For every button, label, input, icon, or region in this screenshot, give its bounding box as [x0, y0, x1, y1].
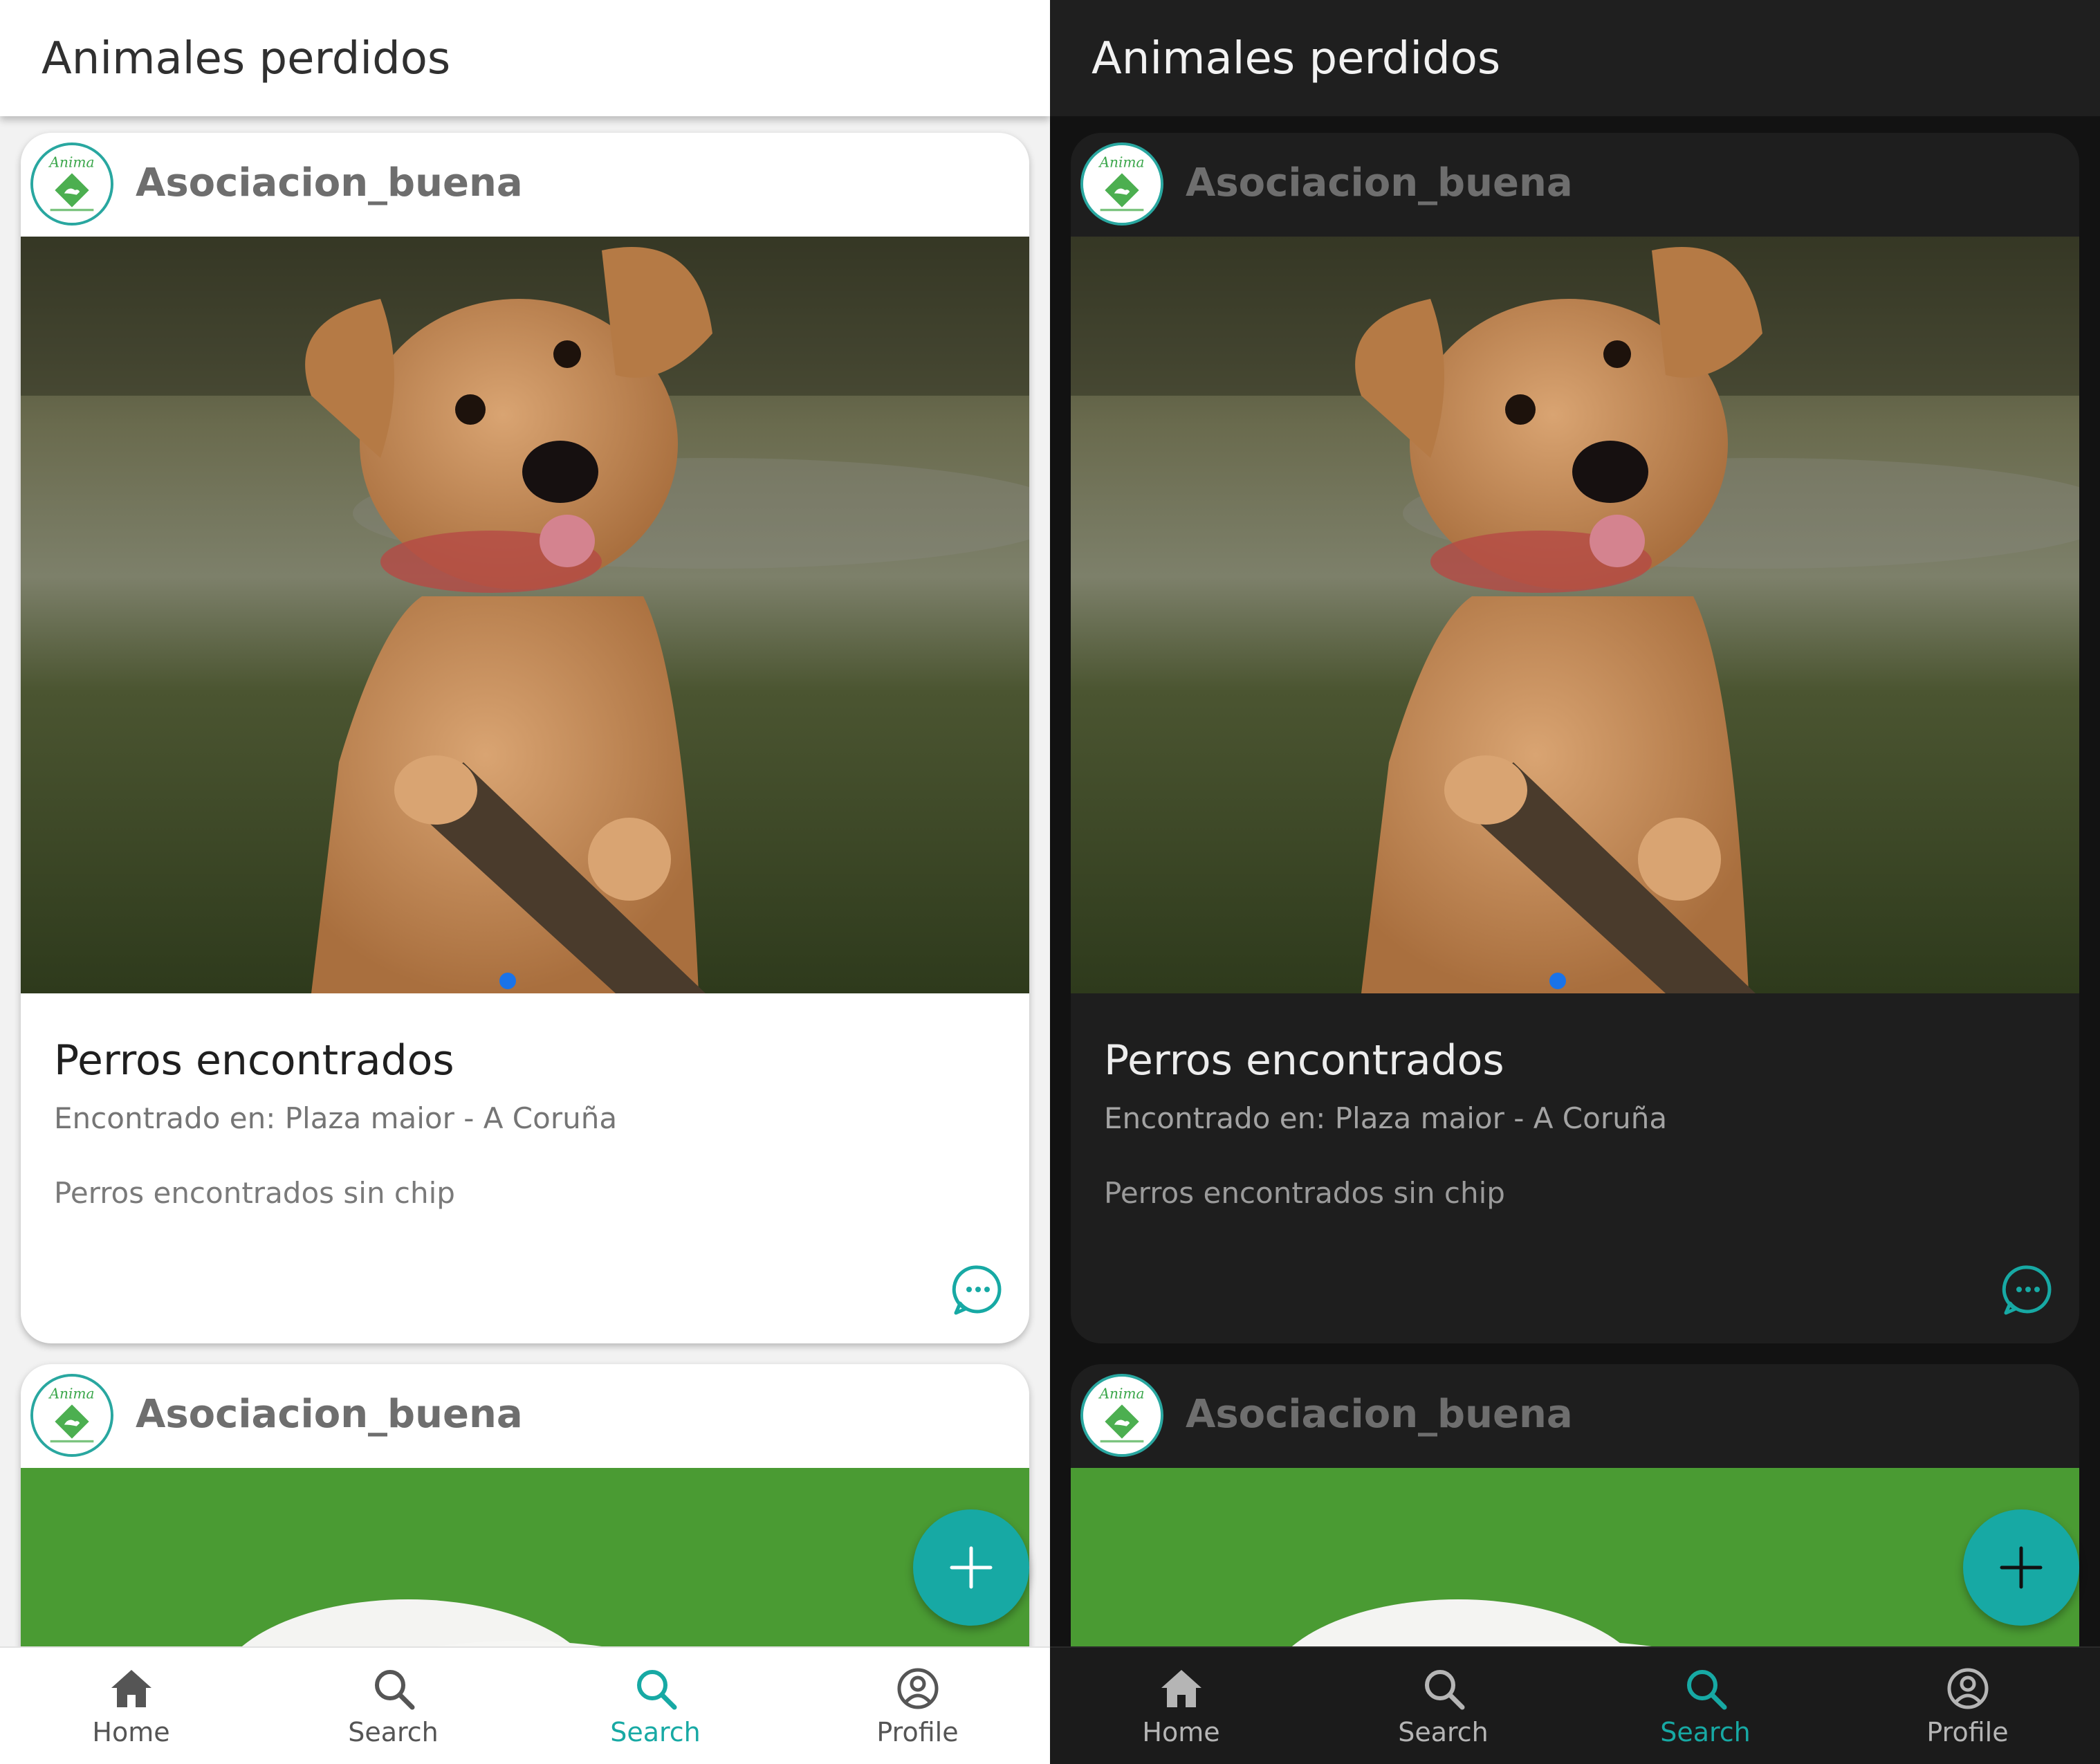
nav-search-active[interactable]: Search [524, 1648, 786, 1764]
post-card[interactable]: Anima Asociacion_buena [21, 133, 1029, 1343]
nav-label: Search [1660, 1717, 1751, 1747]
profile-icon [1945, 1666, 1991, 1711]
plus-icon [950, 1546, 993, 1589]
post-description: Perros encontrados sin chip [54, 1176, 455, 1210]
profile-icon [895, 1666, 941, 1711]
anima-logo-icon[interactable]: Anima [30, 143, 113, 226]
light-theme-screen: Animales perdidos Anima Asociacion_buena [0, 0, 1050, 1764]
search-icon [1421, 1666, 1466, 1711]
bottom-navigation: Home Search Search Profile [1050, 1646, 2100, 1764]
nav-search[interactable]: Search [262, 1648, 524, 1764]
add-post-button[interactable] [913, 1509, 1029, 1626]
post-title: Perros encontrados [1104, 1036, 1504, 1085]
page-title: Animales perdidos [42, 33, 451, 84]
nav-label: Search [348, 1717, 439, 1747]
svg-text:Anima: Anima [48, 154, 94, 170]
dog-photo[interactable] [21, 237, 1029, 993]
post-username[interactable]: Asociacion_buena [1186, 1392, 1573, 1437]
nav-search[interactable]: Search [1312, 1648, 1574, 1764]
post-location: Encontrado en: Plaza maior - A Coruña [54, 1101, 618, 1135]
search-icon [633, 1666, 679, 1711]
add-post-button[interactable] [1963, 1509, 2079, 1626]
post-username[interactable]: Asociacion_buena [1186, 160, 1573, 205]
post-card[interactable]: Anima Asociacion_buena [1071, 1364, 2079, 1646]
dog-photo[interactable] [1071, 237, 2079, 993]
post-card[interactable]: Anima Asociacion_buena [1071, 133, 2079, 1343]
anima-logo-icon[interactable]: Anima [1080, 1374, 1163, 1457]
nav-profile[interactable]: Profile [786, 1648, 1049, 1764]
nav-home[interactable]: Home [1050, 1648, 1312, 1764]
nav-label: Home [92, 1717, 170, 1747]
post-location: Encontrado en: Plaza maior - A Coruña [1104, 1101, 1668, 1135]
app-bar: Animales perdidos [1050, 0, 2100, 116]
nav-search-active[interactable]: Search [1574, 1648, 1836, 1764]
carousel-indicator [1549, 973, 1566, 989]
nav-label: Home [1142, 1717, 1220, 1747]
search-icon [1683, 1666, 1729, 1711]
post-description: Perros encontrados sin chip [1104, 1176, 1505, 1210]
nav-label: Profile [1926, 1717, 2009, 1747]
nav-label: Profile [876, 1717, 959, 1747]
home-icon [1159, 1666, 1204, 1711]
post-title: Perros encontrados [54, 1036, 454, 1085]
nav-label: Search [1398, 1717, 1489, 1747]
anima-logo-icon[interactable]: Anima [1080, 143, 1163, 226]
post-header: Anima Asociacion_buena [21, 133, 1029, 237]
home-icon [109, 1666, 154, 1711]
plus-icon [2000, 1546, 2043, 1589]
nav-home[interactable]: Home [0, 1648, 262, 1764]
svg-text:Anima: Anima [1098, 154, 1144, 170]
post-username[interactable]: Asociacion_buena [136, 160, 523, 205]
bottom-navigation: Home Search Search Profile [0, 1646, 1050, 1764]
nav-label: Search [610, 1717, 701, 1747]
anima-logo-icon[interactable]: Anima [30, 1374, 113, 1457]
search-icon [371, 1666, 416, 1711]
post-card[interactable]: Anima Asociacion_buena [21, 1364, 1029, 1646]
svg-text:Anima: Anima [1098, 1385, 1144, 1402]
chat-bubble-icon[interactable] [950, 1262, 1006, 1317]
nav-profile[interactable]: Profile [1836, 1648, 2099, 1764]
white-dog-photo[interactable] [1071, 1468, 2079, 1646]
posts-feed[interactable]: Anima Asociacion_buena Perros encontrado… [0, 116, 1050, 1646]
chat-bubble-icon[interactable] [2000, 1262, 2056, 1317]
posts-feed[interactable]: Anima Asociacion_buena Perros encontrado… [1050, 116, 2100, 1646]
svg-text:Anima: Anima [48, 1385, 94, 1402]
carousel-indicator [499, 973, 516, 989]
white-dog-photo[interactable] [21, 1468, 1029, 1646]
post-username[interactable]: Asociacion_buena [136, 1392, 523, 1437]
post-header: Anima Asociacion_buena [21, 1364, 1029, 1468]
post-header: Anima Asociacion_buena [1071, 133, 2079, 237]
dark-theme-screen: Animales perdidos Anima Asociacion_buena [1050, 0, 2100, 1764]
post-header: Anima Asociacion_buena [1071, 1364, 2079, 1468]
page-title: Animales perdidos [1092, 33, 1501, 84]
app-bar: Animales perdidos [0, 0, 1050, 116]
